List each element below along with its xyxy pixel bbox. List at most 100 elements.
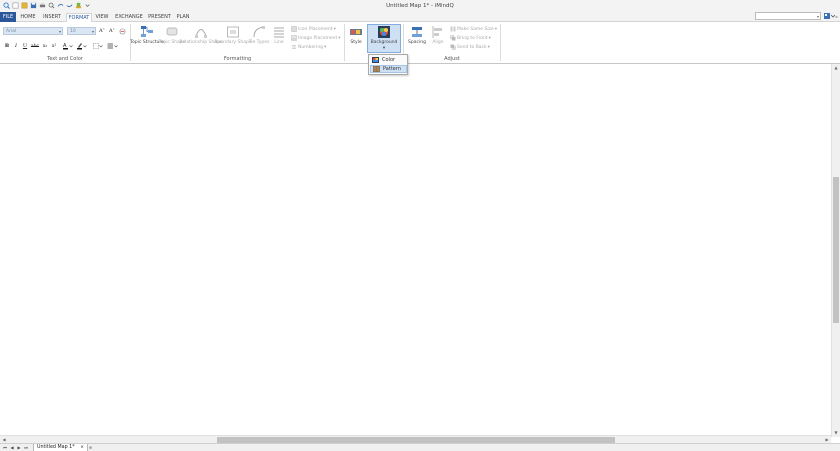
image-placement-label: Image Placement (298, 35, 338, 41)
send-to-back-label: Send to Back (457, 44, 487, 50)
tab-exchange[interactable]: EXCHANGE (113, 13, 145, 22)
align-button[interactable]: Align (430, 25, 446, 45)
background-menu-item-color[interactable]: Color (370, 56, 407, 64)
spacing-button[interactable]: Spacing (406, 25, 428, 45)
strikethrough-button[interactable]: abc (31, 42, 39, 50)
chevron-down-icon: ▾ (816, 14, 819, 19)
tie-types-label: Tie Types (248, 40, 270, 45)
numbering-button[interactable]: Numbering ▾ (291, 43, 326, 51)
background-button[interactable]: Background ▾ (367, 24, 401, 53)
sheet-navigation: ⏮ ◀ ▶ ⏭ (2, 445, 29, 451)
text-color-group: Arial ▾ 10 ▾ A˄ A˅ B I U abc x₂ x² A Tex… (0, 22, 130, 63)
numbering-label: Numbering (298, 44, 324, 50)
scroll-up-icon[interactable]: ▲ (832, 64, 840, 72)
formatting-group-label: Formatting (223, 56, 252, 62)
align-icon (431, 25, 445, 39)
scroll-down-icon[interactable]: ▼ (832, 429, 840, 437)
chevron-down-icon: ▾ (338, 35, 341, 41)
numbering-icon (292, 45, 296, 49)
subscript-button[interactable]: x₂ (41, 42, 49, 50)
topic-shape-icon (165, 25, 179, 39)
next-sheet-icon[interactable]: ▶ (16, 445, 22, 451)
horizontal-scrollbar[interactable]: ◀ ▶ (0, 435, 831, 443)
map-canvas[interactable] (0, 64, 831, 435)
boundary-shape-icon (226, 25, 240, 39)
topic-structure-icon (140, 25, 154, 39)
title-bar: Untitled Map 1* - iMindQ (0, 0, 840, 12)
line-label: Line (274, 40, 284, 45)
background-icon (377, 25, 391, 39)
font-color-icon[interactable]: A (62, 42, 73, 50)
app-window: Untitled Map 1* - iMindQ FILE HOME INSER… (0, 0, 840, 451)
chevron-down-icon: ▾ (382, 46, 386, 51)
chevron-down-icon: ▾ (91, 29, 94, 34)
pattern-label: Pattern (383, 66, 401, 72)
tab-present[interactable]: PRESENT (146, 13, 173, 22)
underline-button[interactable]: U (21, 42, 29, 50)
font-size-combo[interactable]: 10 ▾ (67, 27, 96, 35)
window-title: Untitled Map 1* - iMindQ (386, 3, 454, 9)
help-icon[interactable] (824, 12, 838, 20)
chevron-down-icon: ▾ (488, 35, 491, 41)
shrink-font-icon[interactable]: A˅ (108, 27, 116, 35)
menu-bar: FILE HOME INSERT FORMAT VIEW EXCHANGE PR… (0, 12, 840, 23)
tie-types-button[interactable]: Tie Types (249, 25, 269, 45)
bold-button[interactable]: B (3, 42, 11, 50)
chevron-down-icon: ▾ (487, 44, 490, 50)
italic-button[interactable]: I (12, 42, 20, 50)
style-button[interactable]: Style (347, 25, 365, 45)
align-text-icon[interactable] (106, 42, 118, 50)
send-to-back-button[interactable]: Send to Back ▾ (450, 43, 490, 51)
bring-to-front-icon (450, 35, 456, 41)
same-size-icon (450, 26, 456, 32)
grow-font-icon[interactable]: A˄ (98, 27, 106, 35)
tie-types-icon (252, 25, 266, 39)
font-combo[interactable]: Arial ▾ (3, 27, 63, 35)
align-label: Align (432, 40, 444, 45)
prev-sheet-icon[interactable]: ◀ (9, 445, 15, 451)
vertical-scroll-thumb[interactable] (833, 177, 839, 323)
background-menu: Color Pattern (368, 54, 408, 75)
icon-placement-icon (291, 26, 297, 32)
tab-view[interactable]: VIEW (93, 13, 111, 22)
adjust-group: Spacing Align Make Same Size ▾ Bring to … (404, 22, 500, 63)
close-icon[interactable]: × (80, 444, 84, 451)
sheet-tab[interactable]: Untitled Map 1* × (33, 444, 88, 451)
boundary-shape-button[interactable]: Boundary Shape (214, 25, 252, 45)
relationship-shape-button[interactable]: Relationship Shape (179, 25, 223, 45)
chevron-down-icon: ▾ (333, 26, 336, 32)
image-placement-button[interactable]: Image Placement ▾ (291, 34, 341, 42)
add-sheet-icon[interactable]: ⨳ (89, 445, 97, 451)
topic-structure-button[interactable]: Topic Structure (130, 25, 164, 45)
bring-to-front-label: Bring to Front (457, 35, 488, 41)
background-label: Background (370, 40, 398, 45)
tab-plan[interactable]: PLAN (174, 13, 192, 22)
top-right-tools: ▾ (755, 12, 838, 20)
background-menu-item-pattern[interactable]: Pattern (370, 65, 407, 73)
group-divider (500, 24, 501, 61)
border-icon[interactable] (92, 42, 103, 50)
bring-to-front-button[interactable]: Bring to Front ▾ (450, 34, 491, 42)
last-sheet-icon[interactable]: ⏭ (23, 445, 29, 451)
clear-format-icon[interactable] (118, 27, 126, 35)
color-icon (372, 57, 379, 63)
make-same-size-label: Make Same Size (457, 26, 494, 32)
tab-home[interactable]: HOME (18, 13, 38, 22)
icon-placement-button[interactable]: Icon Placement ▾ (291, 25, 336, 33)
first-sheet-icon[interactable]: ⏮ (2, 445, 8, 451)
highlight-icon[interactable] (76, 42, 87, 50)
superscript-button[interactable]: x² (50, 42, 58, 50)
tab-file[interactable]: FILE (0, 12, 16, 22)
line-button[interactable]: Line (271, 25, 287, 45)
icon-placement-label: Icon Placement (298, 26, 333, 32)
make-same-size-button[interactable]: Make Same Size ▾ (450, 25, 497, 33)
line-icon (272, 25, 286, 39)
tab-insert[interactable]: INSERT (40, 13, 64, 22)
search-input[interactable]: ▾ (755, 12, 821, 20)
chevron-down-icon: ▾ (494, 26, 497, 32)
spacing-icon (410, 25, 424, 39)
style-icon (349, 25, 363, 39)
adjust-group-label: Adjust (444, 56, 460, 62)
text-color-group-label: Text and Color (47, 56, 83, 62)
vertical-scrollbar[interactable]: ▲ ▼ (831, 64, 840, 437)
